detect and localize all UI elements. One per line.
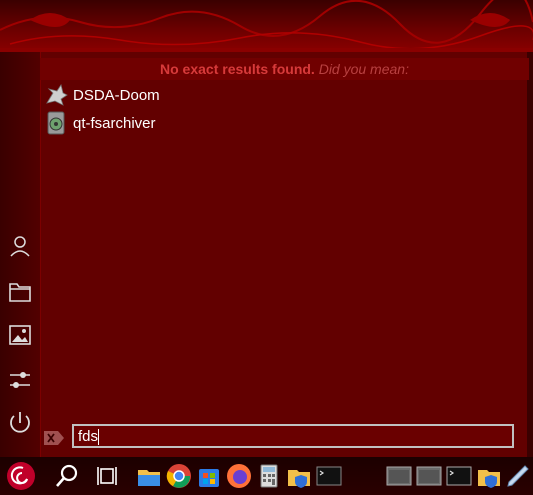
power-icon[interactable] xyxy=(6,409,34,437)
terminal-icon[interactable] xyxy=(444,461,474,491)
taskbar xyxy=(0,457,533,495)
shield-folder-icon[interactable] xyxy=(284,461,314,491)
search-icon[interactable] xyxy=(52,461,82,491)
search-input[interactable]: fds xyxy=(72,424,514,448)
no-results-message: No exact results found. Did you mean: xyxy=(40,58,529,80)
calculator-icon[interactable] xyxy=(254,461,284,491)
search-input-value: fds xyxy=(78,428,99,445)
pen-icon[interactable] xyxy=(503,461,533,491)
result-label: qt-fsarchiver xyxy=(73,114,156,132)
no-results-text: No exact results found. xyxy=(160,61,315,77)
terminal-window-icon[interactable] xyxy=(414,461,444,491)
did-you-mean-text: Did you mean: xyxy=(318,61,409,77)
list-item[interactable]: qt-fsarchiver xyxy=(40,109,529,137)
terminal-icon[interactable] xyxy=(314,461,344,491)
start-button[interactable] xyxy=(6,461,36,491)
fsarchiver-icon xyxy=(44,111,68,135)
pictures-icon[interactable] xyxy=(6,321,34,349)
firefox-icon[interactable] xyxy=(224,461,254,491)
settings-icon[interactable] xyxy=(6,366,34,394)
store-icon[interactable] xyxy=(194,461,224,491)
user-icon[interactable] xyxy=(6,232,34,260)
text-caret xyxy=(98,429,100,446)
doom-icon xyxy=(44,83,68,107)
file-explorer-icon[interactable] xyxy=(134,461,164,491)
ornament-graphic xyxy=(0,0,533,52)
shield-folder-icon[interactable] xyxy=(474,461,504,491)
search-tag-icon[interactable] xyxy=(44,430,64,445)
list-item[interactable]: DSDA-Doom xyxy=(40,81,529,109)
task-view-icon[interactable] xyxy=(93,461,123,491)
menu-top-ornament xyxy=(0,0,533,52)
result-label: DSDA-Doom xyxy=(73,86,160,104)
terminal-window-icon[interactable] xyxy=(384,461,414,491)
chrome-icon[interactable] xyxy=(164,461,194,491)
sidebar xyxy=(0,52,40,457)
folder-icon[interactable] xyxy=(6,277,34,305)
